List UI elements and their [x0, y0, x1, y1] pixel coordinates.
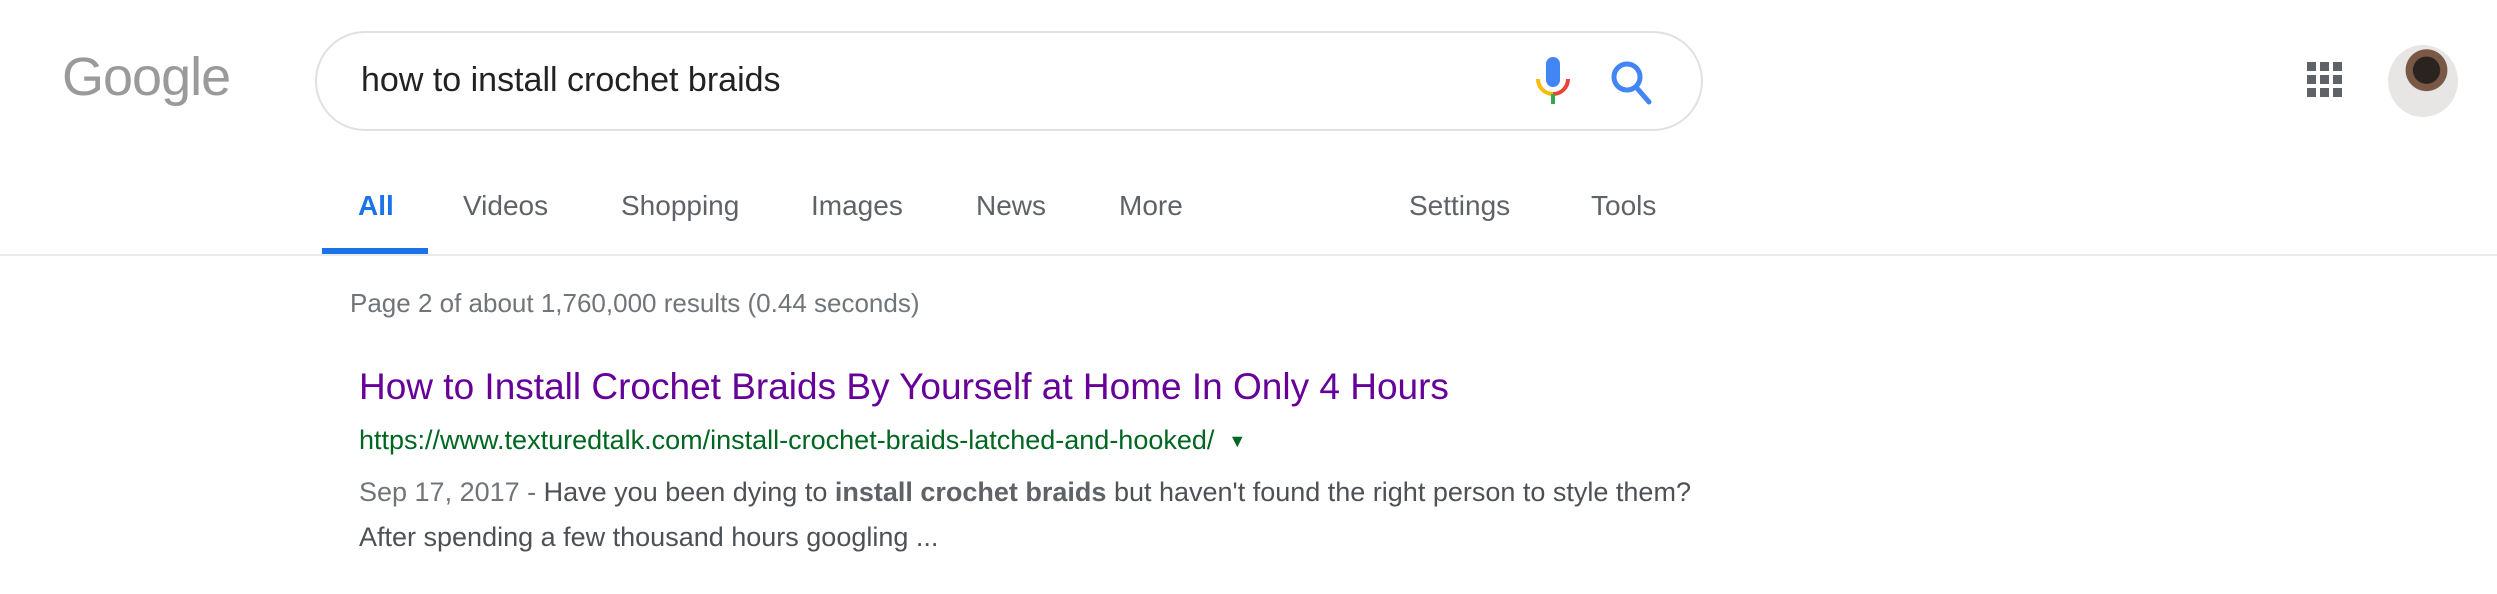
microphone-icon[interactable]	[1531, 53, 1575, 113]
tab-more[interactable]: More	[1119, 190, 1183, 222]
result-title-link[interactable]: How to Install Crochet Braids By Yoursel…	[359, 366, 1449, 408]
search-icon[interactable]	[1607, 55, 1657, 111]
google-logo[interactable]: Google	[62, 46, 231, 108]
result-url-text: https://www.texturedtalk.com/install-cro…	[359, 425, 1215, 455]
tab-tools[interactable]: Tools	[1591, 190, 1656, 222]
user-avatar[interactable]	[2388, 45, 2458, 117]
result-stats: Page 2 of about 1,760,000 results (0.44 …	[350, 288, 920, 318]
url-menu-arrow-icon[interactable]: ▼	[1228, 431, 1246, 452]
tab-images[interactable]: Images	[811, 190, 903, 222]
search-box[interactable]: how to install crochet braids	[315, 31, 1703, 131]
apps-grid-icon[interactable]	[2307, 62, 2343, 98]
tab-all[interactable]: All	[358, 190, 394, 222]
search-input[interactable]: how to install crochet braids	[361, 61, 781, 100]
header-divider	[0, 254, 2497, 256]
result-url: https://www.texturedtalk.com/install-cro…	[359, 425, 1246, 456]
tab-shopping[interactable]: Shopping	[621, 190, 739, 222]
snippet-text: Have you been dying to	[543, 477, 835, 507]
snippet-highlight: install crochet braids	[834, 477, 1107, 507]
tab-videos[interactable]: Videos	[463, 190, 548, 222]
result-snippet: Sep 17, 2017 - Have you been dying to in…	[359, 470, 1699, 560]
tab-settings[interactable]: Settings	[1409, 190, 1510, 222]
tab-news[interactable]: News	[976, 190, 1046, 222]
result-date: Sep 17, 2017 -	[359, 477, 544, 507]
